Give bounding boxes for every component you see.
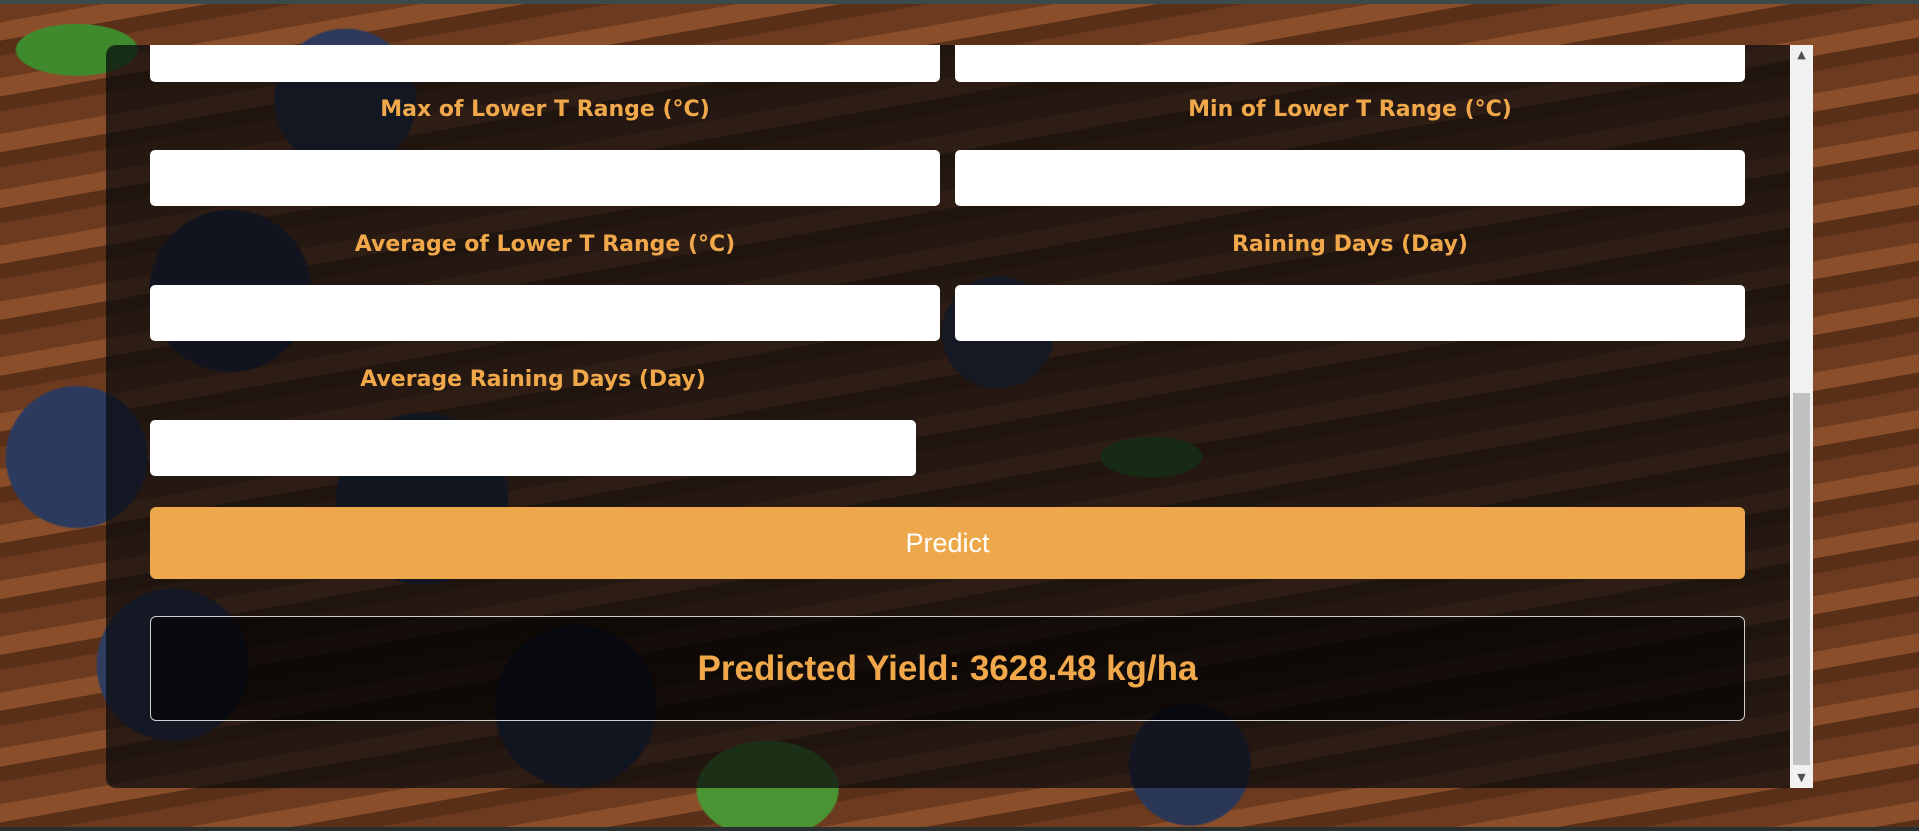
label-average-raining-days: Average Raining Days (Day) <box>360 367 706 392</box>
predict-button[interactable]: Predict <box>150 507 1745 579</box>
input-max-lower-t-range[interactable] <box>150 150 940 206</box>
predicted-yield-text: Predicted Yield: 3628.48 kg/ha <box>697 648 1198 688</box>
scroll-down-arrow-icon[interactable]: ▼ <box>1790 768 1813 788</box>
scroll-up-arrow-icon[interactable]: ▲ <box>1790 45 1813 65</box>
vertical-scrollbar[interactable]: ▲ ▼ <box>1790 45 1813 788</box>
input-min-lower-t-range[interactable] <box>955 150 1745 206</box>
browser-top-edge <box>0 0 1919 4</box>
scrollbar-thumb[interactable] <box>1793 393 1810 765</box>
label-max-lower-t-range: Max of Lower T Range (°C) <box>380 97 710 122</box>
prediction-result-box: Predicted Yield: 3628.48 kg/ha <box>150 616 1745 721</box>
browser-bottom-edge <box>0 827 1919 831</box>
input-raining-days[interactable] <box>955 285 1745 341</box>
label-raining-days: Raining Days (Day) <box>1231 232 1468 257</box>
input-prev-left[interactable] <box>150 45 940 82</box>
label-min-lower-t-range: Min of Lower T Range (°C) <box>1188 97 1512 122</box>
label-average-lower-t-range: Average of Lower T Range (°C) <box>354 232 736 257</box>
input-average-raining-days[interactable] <box>150 420 916 476</box>
input-prev-right[interactable] <box>955 45 1745 82</box>
input-average-lower-t-range[interactable] <box>150 285 940 341</box>
